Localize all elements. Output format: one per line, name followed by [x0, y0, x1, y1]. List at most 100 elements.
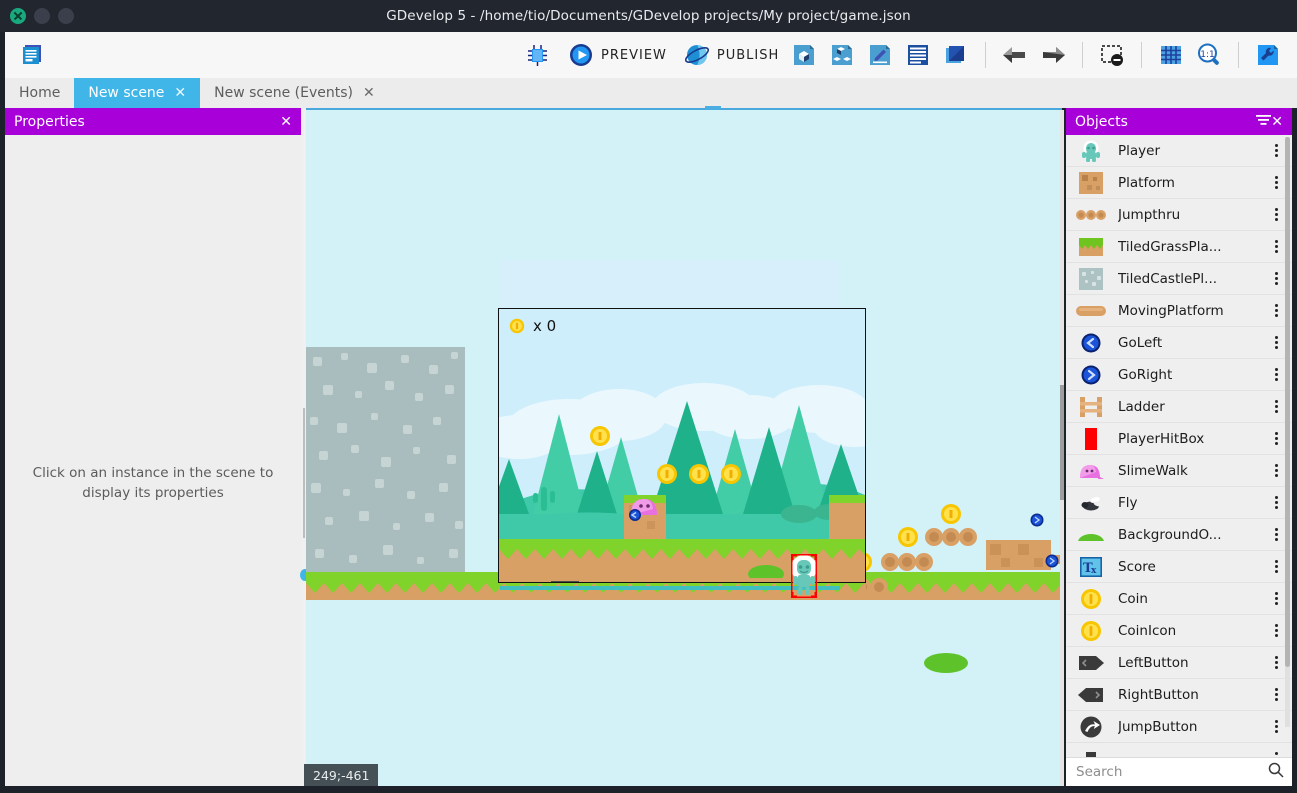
- object-list-item-label: Player: [1118, 142, 1161, 159]
- objects-panel: Objects ✕ Player Platform Jumpthru TiledGra…: [1066, 108, 1292, 786]
- object-list-item-label: Fly: [1118, 494, 1138, 511]
- fly-icon: [1074, 491, 1108, 515]
- main-toolbar: PREVIEW PUBLISH 1:1: [5, 32, 1297, 78]
- object-list-item[interactable]: SlimeWalk: [1066, 455, 1292, 487]
- object-list-item[interactable]: PlayerHitBox: [1066, 423, 1292, 455]
- object-list-item[interactable]: CoinIcon: [1066, 615, 1292, 647]
- object-list-item[interactable]: Platform: [1066, 167, 1292, 199]
- toolbar-separator: [1238, 42, 1239, 68]
- tab-home[interactable]: Home: [5, 78, 75, 108]
- platform-box-icon: [1074, 171, 1108, 195]
- filter-icon[interactable]: [1256, 114, 1272, 130]
- object-list-item[interactable]: BackgroundO...: [1066, 519, 1292, 551]
- maximize-icon[interactable]: [58, 8, 74, 24]
- background-object-icon: [1074, 523, 1108, 547]
- object-list-item[interactable]: RightButton: [1066, 679, 1292, 711]
- search-input[interactable]: [1076, 764, 1268, 780]
- object-list-item[interactable]: Tx Score: [1066, 551, 1292, 583]
- tab-new-scene-events[interactable]: New scene (Events) ✕: [200, 78, 389, 108]
- tab-new-scene-label: New scene: [88, 85, 165, 101]
- debug-bug-icon[interactable]: [520, 39, 554, 71]
- scene-bush: [748, 565, 784, 578]
- player-hitbox-icon: [1074, 427, 1108, 451]
- objects-search-bar[interactable]: [1066, 757, 1292, 786]
- cursor-coordinates-badge: 249;-461: [304, 764, 379, 786]
- jumpthru-icon: [1074, 203, 1108, 227]
- scene-canvas[interactable]: x 0: [306, 110, 1062, 786]
- window-edge-right: [1292, 32, 1297, 793]
- redo-icon[interactable]: [1036, 39, 1070, 71]
- objects-close-icon[interactable]: ✕: [1271, 114, 1283, 130]
- object-list-item-label: SlimeWalk: [1118, 462, 1188, 479]
- object-context-menu-icon[interactable]: [1264, 752, 1288, 757]
- edit-scene-properties-icon[interactable]: [863, 39, 897, 71]
- preview-button[interactable]: PREVIEW: [564, 39, 670, 71]
- open-settings-wrench-icon[interactable]: [1251, 39, 1285, 71]
- svg-text:1:1: 1:1: [1200, 50, 1214, 60]
- search-icon[interactable]: [1268, 762, 1284, 782]
- add-object-icon[interactable]: [787, 39, 821, 71]
- objects-scroll-thumb[interactable]: [1285, 137, 1290, 667]
- hud-score-display: x 0: [509, 317, 556, 335]
- object-list-item[interactable]: TiledGrassPla...: [1066, 231, 1292, 263]
- object-list-item-label: PlayerHitBox: [1118, 430, 1205, 447]
- tiled-grass-platform-icon: [1074, 235, 1108, 259]
- objects-list[interactable]: Player Platform Jumpthru TiledGrassPla... Ti…: [1066, 135, 1292, 757]
- jump-button-icon: [1074, 715, 1108, 739]
- objects-panel-title: Objects: [1075, 113, 1128, 130]
- tab-new-scene-events-label: New scene (Events): [214, 85, 354, 101]
- instance-player-selected[interactable]: [791, 554, 817, 598]
- project-manager-icon[interactable]: [15, 39, 49, 71]
- slime-walk-icon: [1074, 459, 1108, 483]
- object-list-item-label: Jumpthru: [1118, 206, 1181, 223]
- properties-close-icon[interactable]: ✕: [280, 114, 292, 130]
- coin-icon: [509, 318, 525, 334]
- properties-panel: Properties ✕ Click on an instance in the…: [5, 108, 301, 786]
- open-layers-editor-icon[interactable]: [939, 39, 973, 71]
- game-camera-view[interactable]: x 0: [498, 308, 866, 583]
- hide-grid-icon[interactable]: [1095, 39, 1129, 71]
- object-list-item[interactable]: Player: [1066, 135, 1292, 167]
- instance-dpad-buttons[interactable]: [521, 581, 609, 582]
- object-list-item[interactable]: LeftButton: [1066, 647, 1292, 679]
- tab-new-scene-close-icon[interactable]: ✕: [174, 86, 186, 100]
- object-list-item-label: RightButton: [1118, 686, 1199, 703]
- minimize-icon[interactable]: [34, 8, 50, 24]
- svg-text:x: x: [1091, 566, 1097, 576]
- tab-new-scene[interactable]: New scene ✕: [74, 78, 201, 108]
- object-list-item[interactable]: GoRight: [1066, 359, 1292, 391]
- show-grid-icon[interactable]: [1154, 39, 1188, 71]
- object-list-item-label: TiledCastlePl...: [1118, 270, 1218, 287]
- object-list-item[interactable]: MovingPlatform: [1066, 295, 1292, 327]
- publish-label: PUBLISH: [716, 47, 780, 63]
- canvas-vertical-scrollbar[interactable]: [1060, 110, 1064, 786]
- object-list-item[interactable]: Coin: [1066, 583, 1292, 615]
- canvas-scroll-thumb[interactable]: [1060, 385, 1064, 500]
- instance-tiled-castle-platform[interactable]: [306, 347, 465, 580]
- objects-scrollbar[interactable]: [1285, 137, 1290, 727]
- object-list-item-label: Ladder: [1118, 398, 1165, 415]
- object-list-item[interactable]: Fly: [1066, 487, 1292, 519]
- object-list-item[interactable]: Jumpthru: [1066, 199, 1292, 231]
- object-list-item-label: TiledGrassPla...: [1118, 238, 1222, 255]
- player-sprite-icon: [1074, 139, 1108, 163]
- open-scene-editor-icon[interactable]: [901, 39, 935, 71]
- toolbar-separator: [1141, 42, 1142, 68]
- object-list-item[interactable]: Ladder: [1066, 391, 1292, 423]
- undo-icon[interactable]: [998, 39, 1032, 71]
- publish-button[interactable]: PUBLISH: [680, 39, 782, 71]
- add-object-group-icon[interactable]: [825, 39, 859, 71]
- object-list-item[interactable]: TiledCastlePl...: [1066, 263, 1292, 295]
- object-list-item[interactable]: [1066, 743, 1292, 757]
- toolbar-right-group: 1:1: [787, 39, 1285, 71]
- window-title: GDevelop 5 - /home/tio/Documents/GDevelo…: [386, 8, 911, 24]
- arrow-button-icon: [1074, 747, 1108, 757]
- object-list-item[interactable]: JumpButton: [1066, 711, 1292, 743]
- zoom-reset-1to1-icon[interactable]: 1:1: [1192, 39, 1226, 71]
- scene-right-objects[interactable]: [866, 500, 1062, 710]
- close-icon[interactable]: [10, 8, 26, 24]
- moving-platform-icon: [1074, 299, 1108, 323]
- tab-new-scene-events-close-icon[interactable]: ✕: [363, 86, 375, 100]
- go-left-icon: [1074, 331, 1108, 355]
- object-list-item[interactable]: GoLeft: [1066, 327, 1292, 359]
